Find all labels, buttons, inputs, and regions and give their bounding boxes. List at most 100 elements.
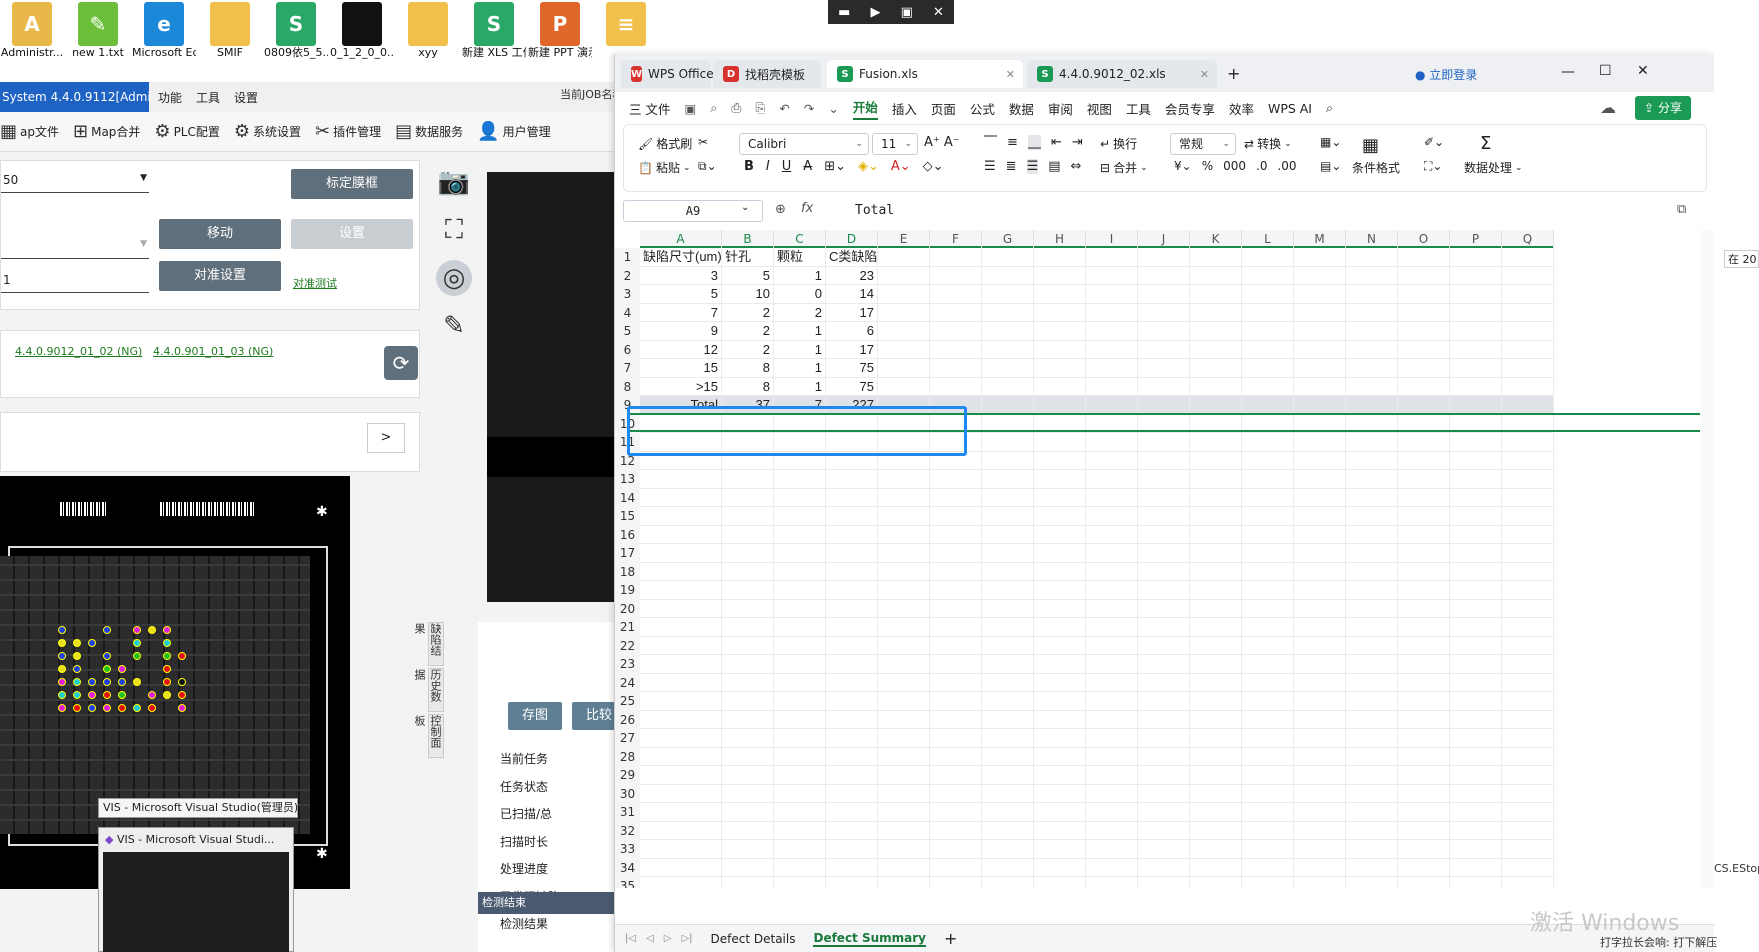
target-icon[interactable]: ◎ bbox=[436, 260, 472, 296]
cell-F25[interactable] bbox=[930, 692, 982, 711]
align-top-icon[interactable]: ⎺ bbox=[984, 135, 997, 150]
cell-M19[interactable] bbox=[1294, 581, 1346, 600]
toolbar-button[interactable]: ▤ 数据服务 bbox=[395, 121, 463, 142]
cell-F7[interactable] bbox=[930, 359, 982, 378]
quick-access-icon[interactable]: ↷ bbox=[804, 101, 814, 116]
cell-P33[interactable] bbox=[1450, 840, 1502, 859]
cell-G7[interactable] bbox=[982, 359, 1034, 378]
cell-N14[interactable] bbox=[1346, 488, 1398, 507]
cell-P18[interactable] bbox=[1450, 562, 1502, 581]
cell-N35[interactable] bbox=[1346, 877, 1398, 888]
cell-K35[interactable] bbox=[1190, 877, 1242, 888]
cell-G20[interactable] bbox=[982, 599, 1034, 618]
cell-I24[interactable] bbox=[1086, 673, 1138, 692]
cell-E6[interactable] bbox=[878, 340, 930, 359]
cell-H24[interactable] bbox=[1034, 673, 1086, 692]
cell-H5[interactable] bbox=[1034, 322, 1086, 341]
align-center-icon[interactable]: ≣ bbox=[1006, 159, 1017, 174]
cell-E28[interactable] bbox=[878, 747, 930, 766]
cell-M8[interactable] bbox=[1294, 377, 1346, 396]
cell-I29[interactable] bbox=[1086, 766, 1138, 785]
vs-taskbar-thumbnail[interactable]: ◆ VIS - Microsoft Visual Studi... bbox=[98, 827, 294, 952]
cell-K22[interactable] bbox=[1190, 636, 1242, 655]
cell-J26[interactable] bbox=[1138, 710, 1190, 729]
cell-K32[interactable] bbox=[1190, 821, 1242, 840]
cell-B3[interactable]: 10 bbox=[722, 285, 774, 304]
cell-H21[interactable] bbox=[1034, 618, 1086, 637]
cell-H18[interactable] bbox=[1034, 562, 1086, 581]
cell-A3[interactable]: 5 bbox=[640, 285, 722, 304]
cell-L15[interactable] bbox=[1242, 507, 1294, 526]
add-sheet-icon[interactable]: + bbox=[944, 929, 957, 948]
cell-K11[interactable] bbox=[1190, 433, 1242, 452]
cell-Q34[interactable] bbox=[1502, 858, 1554, 877]
cell-Q9[interactable] bbox=[1502, 396, 1554, 415]
cell-Q33[interactable] bbox=[1502, 840, 1554, 859]
cell-M16[interactable] bbox=[1294, 525, 1346, 544]
desktop-icon[interactable]: S新建 XLS 工作表.xls bbox=[462, 0, 526, 59]
cell-L2[interactable] bbox=[1242, 266, 1294, 285]
cell-J27[interactable] bbox=[1138, 729, 1190, 748]
cell-L19[interactable] bbox=[1242, 581, 1294, 600]
cell-F5[interactable] bbox=[930, 322, 982, 341]
cell-J29[interactable] bbox=[1138, 766, 1190, 785]
cell-J20[interactable] bbox=[1138, 599, 1190, 618]
desktop-icon[interactable]: P新建 PPT 演示文稿 bbox=[528, 0, 592, 59]
column-header[interactable]: N bbox=[1346, 230, 1398, 248]
cell-O12[interactable] bbox=[1398, 451, 1450, 470]
cell-M27[interactable] bbox=[1294, 729, 1346, 748]
cell-P28[interactable] bbox=[1450, 747, 1502, 766]
cell-F15[interactable] bbox=[930, 507, 982, 526]
cell-A21[interactable] bbox=[640, 618, 722, 637]
desktop-icon[interactable]: ✎ new 1.txt bbox=[66, 0, 130, 59]
cell-O32[interactable] bbox=[1398, 821, 1450, 840]
cell-C16[interactable] bbox=[774, 525, 826, 544]
cell-N27[interactable] bbox=[1346, 729, 1398, 748]
cell-C35[interactable] bbox=[774, 877, 826, 888]
cell-K29[interactable] bbox=[1190, 766, 1242, 785]
cell-K18[interactable] bbox=[1190, 562, 1242, 581]
cell-M29[interactable] bbox=[1294, 766, 1346, 785]
spreadsheet-grid[interactable]: ABCDEFGHIJKLMNOPQ 1 2 3 4 5 6 7 8 9 10 11 12 13 14 15 1… bbox=[615, 230, 1700, 888]
cell-H17[interactable] bbox=[1034, 544, 1086, 563]
cell-H35[interactable] bbox=[1034, 877, 1086, 888]
cell-O4[interactable] bbox=[1398, 303, 1450, 322]
cell-I23[interactable] bbox=[1086, 655, 1138, 674]
cell-H4[interactable] bbox=[1034, 303, 1086, 322]
sheet-nav-icon[interactable]: ▷| bbox=[681, 933, 692, 944]
cell-I30[interactable] bbox=[1086, 784, 1138, 803]
column-header[interactable]: L bbox=[1242, 230, 1294, 248]
cell-L33[interactable] bbox=[1242, 840, 1294, 859]
distribute-icon[interactable]: ⇔ bbox=[1071, 159, 1082, 174]
cell-C32[interactable] bbox=[774, 821, 826, 840]
cell-F34[interactable] bbox=[930, 858, 982, 877]
cell-G24[interactable] bbox=[982, 673, 1034, 692]
close-icon[interactable]: ✕ bbox=[1006, 68, 1015, 81]
cell-L28[interactable] bbox=[1242, 747, 1294, 766]
format-painter-button[interactable]: 🖌 格式刷 bbox=[638, 135, 692, 152]
cell-P13[interactable] bbox=[1450, 470, 1502, 489]
cell-D30[interactable] bbox=[826, 784, 878, 803]
wps-menu-item[interactable]: 公式 bbox=[970, 99, 995, 118]
chevron-down-icon[interactable]: ⌄ bbox=[741, 202, 749, 213]
cell-G2[interactable] bbox=[982, 266, 1034, 285]
cell-Q30[interactable] bbox=[1502, 784, 1554, 803]
cell-B7[interactable]: 8 bbox=[722, 359, 774, 378]
cell-L35[interactable] bbox=[1242, 877, 1294, 888]
cell-C5[interactable]: 1 bbox=[774, 322, 826, 341]
cell-K13[interactable] bbox=[1190, 470, 1242, 489]
cell-L24[interactable] bbox=[1242, 673, 1294, 692]
app-menu-item[interactable]: 功能 bbox=[158, 89, 182, 106]
cell-G22[interactable] bbox=[982, 636, 1034, 655]
column-header[interactable]: E bbox=[878, 230, 930, 248]
formula-input[interactable]: Total bbox=[855, 200, 894, 222]
cell-C6[interactable]: 1 bbox=[774, 340, 826, 359]
cell-M2[interactable] bbox=[1294, 266, 1346, 285]
border-icon[interactable]: ⊞⌄ bbox=[824, 159, 846, 174]
cell-M32[interactable] bbox=[1294, 821, 1346, 840]
vertical-tab[interactable]: 缺陷结果 bbox=[413, 622, 444, 666]
cell-G21[interactable] bbox=[982, 618, 1034, 637]
cell-I33[interactable] bbox=[1086, 840, 1138, 859]
cell-J14[interactable] bbox=[1138, 488, 1190, 507]
cell-C3[interactable]: 0 bbox=[774, 285, 826, 304]
